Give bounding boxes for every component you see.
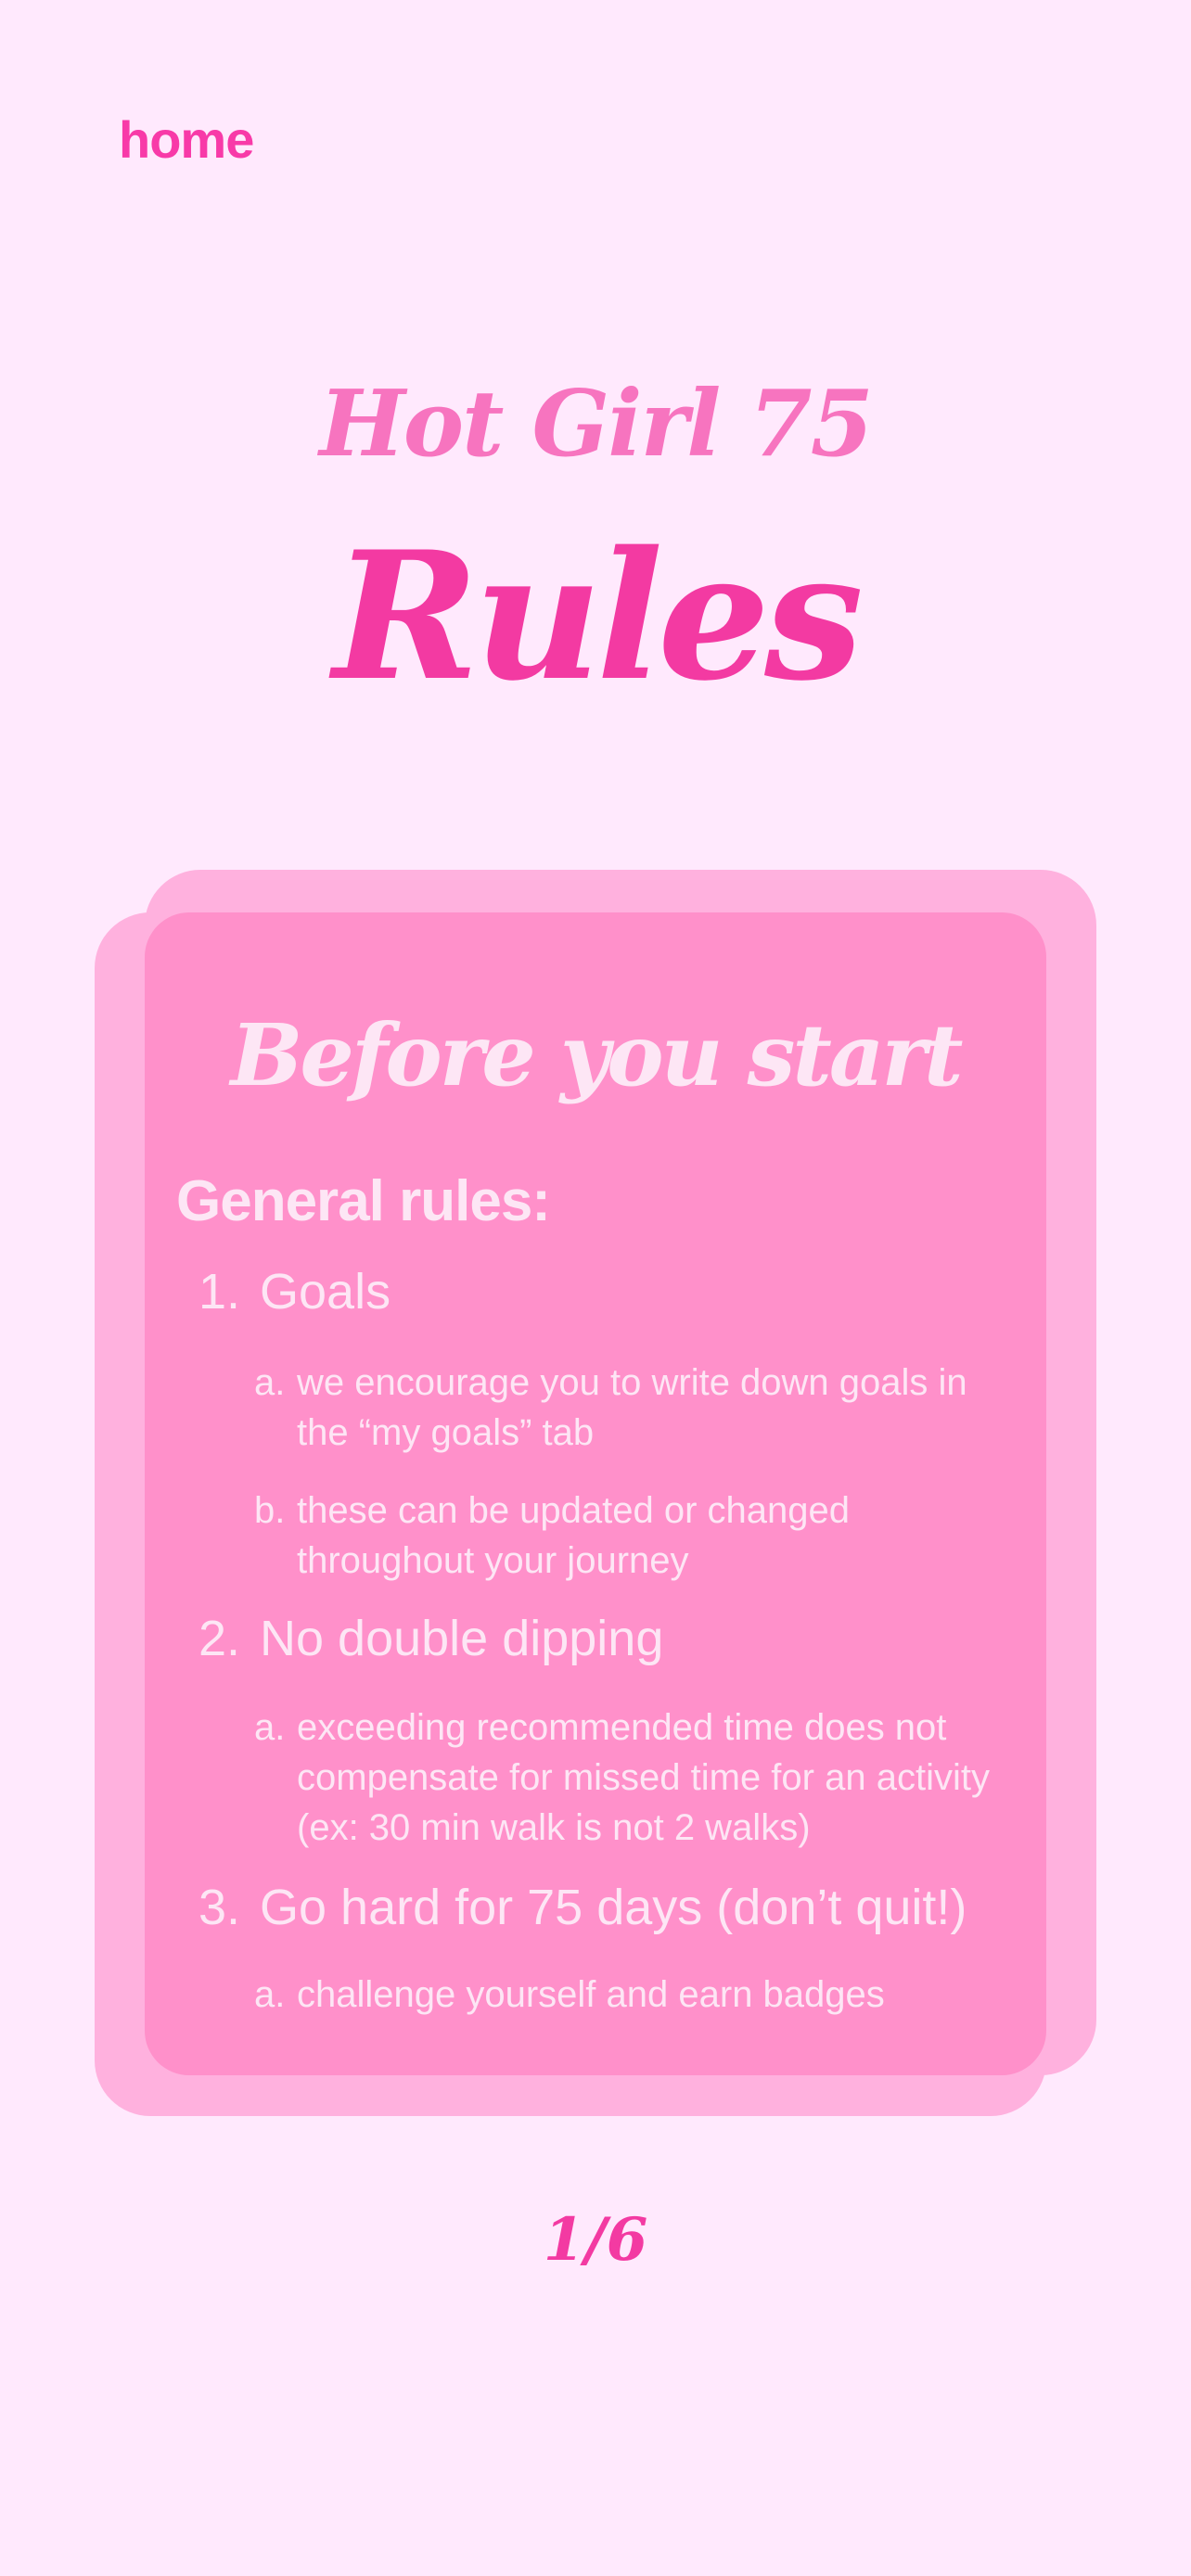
subitem-letter: a. bbox=[254, 1974, 286, 2015]
subitem-text: exceeding recommended time does not comp… bbox=[297, 1707, 990, 1848]
app-subtitle: Hot Girl 75 bbox=[319, 371, 874, 478]
rule-item-goals: 1. Goals bbox=[198, 1263, 391, 1320]
section-title: General rules: bbox=[176, 1169, 551, 1233]
rule-label: Go hard for 75 days (don’t quit!) bbox=[260, 1880, 967, 1935]
rule-number: 3. bbox=[198, 1880, 241, 1935]
rule-item-no-double-dipping: 2. No double dipping bbox=[198, 1610, 663, 1667]
rule-subitem: a. challenge yourself and earn badges bbox=[254, 1970, 996, 2020]
subitem-text: these can be updated or changed througho… bbox=[297, 1490, 851, 1581]
rule-number: 2. bbox=[198, 1611, 241, 1666]
rule-label: No double dipping bbox=[260, 1611, 664, 1666]
rule-subitem: a. we encourage you to write down goals … bbox=[254, 1358, 996, 1458]
rules-card: Before you start General rules: 1. Goals … bbox=[145, 912, 1046, 2075]
rule-subitem: b. these can be updated or changed throu… bbox=[254, 1486, 996, 1586]
page-title: Rules bbox=[332, 513, 864, 720]
rule-item-go-hard: 3. Go hard for 75 days (don’t quit!) bbox=[198, 1879, 967, 1936]
rule-label: Goals bbox=[260, 1264, 391, 1320]
page-indicator: 1/6 bbox=[543, 2205, 648, 2275]
subitem-letter: b. bbox=[254, 1490, 286, 1531]
card-heading: Before you start bbox=[230, 1005, 964, 1105]
subitem-letter: a. bbox=[254, 1707, 286, 1748]
subitem-letter: a. bbox=[254, 1362, 286, 1403]
home-link[interactable]: home bbox=[119, 109, 254, 170]
subitem-text: we encourage you to write down goals in … bbox=[297, 1362, 967, 1453]
rule-subitem: a. exceeding recommended time does not c… bbox=[254, 1702, 996, 1853]
subitem-text: challenge yourself and earn badges bbox=[297, 1974, 885, 2015]
rule-number: 1. bbox=[198, 1264, 241, 1320]
